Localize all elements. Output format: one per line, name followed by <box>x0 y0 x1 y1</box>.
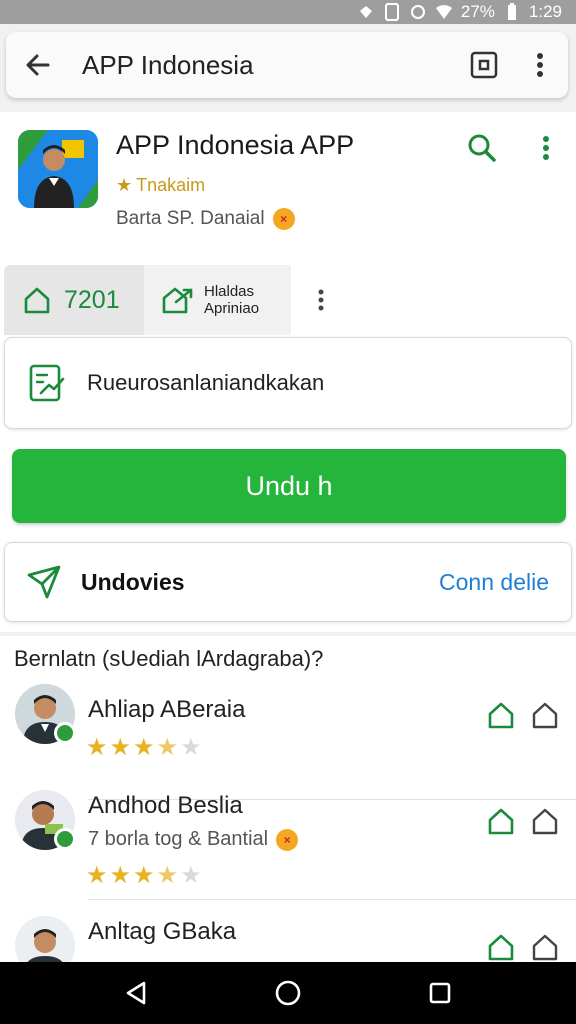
star-half-icon: ★ <box>156 862 179 889</box>
app-developer-label: Tnakaim <box>136 175 206 195</box>
rating-chip[interactable]: 7201 <box>4 265 144 335</box>
share-card-link[interactable]: Conn delie <box>439 569 549 596</box>
status-bar: 27% 1:29 <box>0 0 576 24</box>
star-icon: ★ <box>133 862 155 889</box>
reviewer-name: Ahliap ABeraia <box>88 696 246 723</box>
home-outline-icon <box>24 287 50 314</box>
info-card-text: Rueurosanlaniandkakan <box>87 370 325 395</box>
star-icon: ★ <box>109 862 132 889</box>
app-icon <box>18 130 98 208</box>
like-button[interactable] <box>484 804 518 838</box>
star-rating: ★ ★ ★ ★ ★ <box>86 864 202 888</box>
chips-more-button[interactable] <box>303 280 339 320</box>
info-card[interactable]: Rueurosanlaniandkakan <box>4 337 572 429</box>
nav-back-button[interactable] <box>112 969 160 1017</box>
camera-frame-icon <box>470 51 498 79</box>
badge-line-2: Apriniao <box>204 300 260 317</box>
sim-icon <box>383 3 401 21</box>
dislike-button[interactable] <box>528 930 562 962</box>
star-icon: ★ <box>109 734 132 761</box>
like-button[interactable] <box>484 698 518 732</box>
clock: 1:29 <box>528 2 562 21</box>
search-button[interactable] <box>462 128 502 168</box>
share-card-label: Undovies <box>81 568 185 595</box>
nav-recents-button[interactable] <box>416 969 464 1017</box>
thumb-up-outline-icon <box>488 808 514 835</box>
reviewer-name: Anltag GBaka <box>88 918 237 945</box>
star-icon: ★ <box>86 862 108 889</box>
star-half-icon: ★ <box>156 734 179 761</box>
more-vert-icon <box>543 136 549 160</box>
star-icon: ★ <box>133 734 155 761</box>
review-item: Andhod Beslia 7 borla tog & Bantial × ★ … <box>0 776 576 900</box>
dislike-button[interactable] <box>528 804 562 838</box>
badge-line-1: Hlaldas <box>204 283 255 300</box>
thumb-up-outline-icon <box>488 702 514 729</box>
pentagon-outline-icon <box>532 934 558 961</box>
emoji-icon: × <box>276 828 299 851</box>
sync-icon <box>409 3 427 21</box>
more-vert-icon <box>318 289 324 311</box>
reviews-heading: Bernlatn (sUediah lArdagraba)? <box>14 646 324 671</box>
star-rating: ★ ★ ★ ★ ★ <box>86 736 202 760</box>
star-empty-icon: ★ <box>180 862 202 889</box>
diamond-icon <box>357 3 375 21</box>
app-meta-text: Barta SP. Danaial <box>116 208 265 229</box>
divider <box>88 899 576 900</box>
search-icon <box>468 134 496 162</box>
back-button[interactable] <box>6 32 70 98</box>
page-title: APP Indonesia <box>82 49 254 80</box>
triangle-back-icon <box>126 981 146 1005</box>
more-vert-icon <box>537 53 543 77</box>
overflow-menu-button[interactable] <box>512 32 568 98</box>
system-nav-bar <box>0 962 576 1024</box>
avatar <box>15 916 75 962</box>
nav-home-button[interactable] <box>264 969 312 1017</box>
house-arrow-icon <box>162 287 193 314</box>
pentagon-outline-icon <box>532 808 558 835</box>
square-recents-icon <box>429 982 451 1004</box>
top-app-bar: APP Indonesia <box>6 32 568 98</box>
verified-badge-icon <box>54 722 76 744</box>
circle-home-icon <box>275 980 301 1006</box>
star-icon: ★ <box>116 175 133 195</box>
install-button[interactable]: Undu h <box>12 449 566 523</box>
thumb-up-outline-icon <box>488 934 514 961</box>
review-meta-text: 7 borla tog & Bantial <box>88 828 269 850</box>
app-developer[interactable]: ★ Tnakaim <box>116 175 205 196</box>
dislike-button[interactable] <box>528 698 562 732</box>
emoji-icon: × <box>272 208 295 230</box>
like-button[interactable] <box>484 930 518 962</box>
rating-value: 7201 <box>64 285 120 314</box>
verified-badge-icon <box>54 828 76 850</box>
wifi-icon <box>435 3 453 21</box>
app-menu-button[interactable] <box>528 128 564 168</box>
document-chart-icon <box>29 364 65 402</box>
review-meta: 7 borla tog & Bantial × <box>88 828 299 851</box>
battery-icon <box>503 3 521 21</box>
send-icon <box>27 565 61 599</box>
screenshot-button[interactable] <box>456 32 512 98</box>
star-empty-icon: ★ <box>180 734 202 761</box>
review-item: Anltag GBaka <box>0 902 576 962</box>
badge-chip[interactable]: Hlaldas Apriniao <box>144 265 291 335</box>
pentagon-outline-icon <box>532 702 558 729</box>
battery-percent: 27% <box>460 2 495 21</box>
star-icon: ★ <box>86 734 108 761</box>
reviews-section: Bernlatn (sUediah lArdagraba)? Ahliap AB… <box>0 636 576 962</box>
app-meta: Barta SP. Danaial × <box>116 208 295 230</box>
share-card: Undovies Conn delie <box>4 542 572 622</box>
arrow-back-icon <box>26 54 50 76</box>
app-name: APP Indonesia APP <box>116 130 355 160</box>
reviewer-name: Andhod Beslia <box>88 792 243 819</box>
